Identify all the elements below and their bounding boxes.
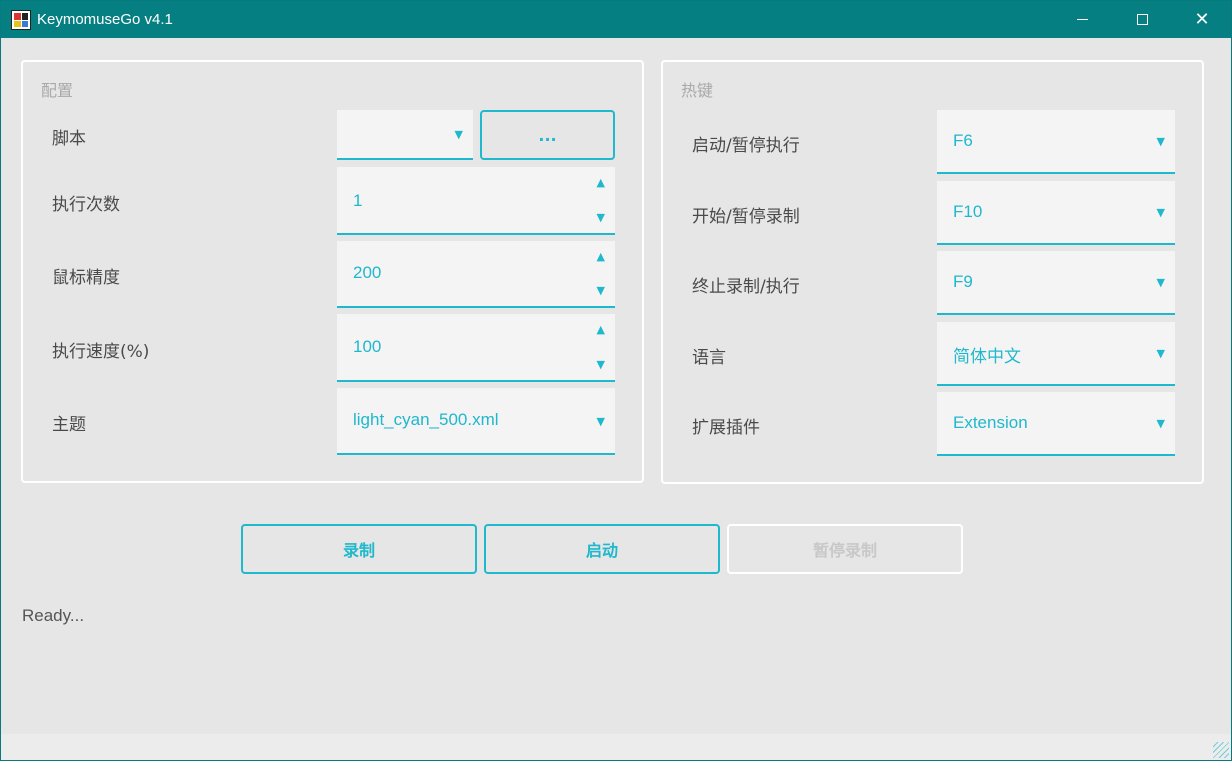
minimize-icon — [1076, 19, 1088, 20]
close-button[interactable]: ✕ — [1173, 1, 1231, 38]
spin-down-icon[interactable]: ▼ — [597, 212, 605, 223]
status-bar — [1, 734, 1231, 760]
close-icon: ✕ — [1194, 8, 1210, 30]
language-value: 简体中文 — [953, 347, 1021, 367]
config-group-title: 配置 — [41, 81, 74, 100]
language-select[interactable]: 简体中文 ▼ — [937, 322, 1175, 386]
spin-down-icon[interactable]: ▼ — [597, 285, 605, 296]
mouse-precision-value: 200 — [353, 263, 382, 282]
app-window: KeymomuseGo v4.1 ✕ 配置 脚本 ▼ ... 执行次数 1 ▲ … — [0, 0, 1232, 761]
stop-label: 终止录制/执行 — [692, 277, 800, 297]
resize-grip-icon[interactable] — [1213, 742, 1229, 758]
record-button[interactable]: 录制 — [241, 524, 477, 574]
speed-spinbox[interactable]: 100 ▲ ▼ — [337, 314, 615, 382]
title-bar[interactable]: KeymomuseGo v4.1 ✕ — [1, 1, 1231, 38]
extension-value: Extension — [953, 413, 1028, 432]
hotkeys-group: 热键 启动/暂停执行 F6 ▼ 开始/暂停录制 F10 ▼ 终止录制/执行 F9… — [661, 60, 1204, 484]
stop-value: F9 — [953, 272, 973, 291]
chevron-down-icon: ▼ — [1156, 276, 1165, 289]
script-label: 脚本 — [52, 129, 86, 149]
start-button[interactable]: 启动 — [484, 524, 720, 574]
mouse-precision-label: 鼠标精度 — [52, 268, 120, 288]
start-pause-record-value: F10 — [953, 202, 983, 221]
maximize-button[interactable] — [1113, 1, 1171, 38]
theme-label: 主题 — [52, 415, 86, 435]
start-pause-record-select[interactable]: F10 ▼ — [937, 181, 1175, 245]
start-pause-exec-select[interactable]: F6 ▼ — [937, 110, 1175, 174]
mouse-precision-spinbox[interactable]: 200 ▲ ▼ — [337, 241, 615, 308]
pause-record-button[interactable]: 暂停录制 — [727, 524, 963, 574]
config-group: 配置 脚本 ▼ ... 执行次数 1 ▲ ▼ 鼠标精度 200 ▲ ▼ 执行速度… — [21, 60, 644, 483]
hotkeys-group-title: 热键 — [681, 81, 714, 100]
run-count-label: 执行次数 — [52, 195, 120, 215]
chevron-down-icon: ▼ — [454, 128, 463, 141]
spin-down-icon[interactable]: ▼ — [597, 359, 605, 370]
run-count-spinbox[interactable]: 1 ▲ ▼ — [337, 167, 615, 235]
chevron-down-icon: ▼ — [1156, 347, 1165, 360]
maximize-icon — [1136, 14, 1148, 25]
extension-label: 扩展插件 — [692, 418, 760, 438]
speed-value: 100 — [353, 337, 382, 356]
status-text: Ready... — [22, 606, 85, 625]
speed-label: 执行速度(%) — [52, 342, 150, 362]
extension-select[interactable]: Extension ▼ — [937, 392, 1175, 456]
chevron-down-icon: ▼ — [1156, 417, 1165, 430]
chevron-down-icon: ▼ — [596, 415, 605, 428]
spin-up-icon[interactable]: ▲ — [597, 177, 605, 188]
start-pause-exec-value: F6 — [953, 131, 973, 150]
theme-select-value: light_cyan_500.xml — [353, 410, 499, 429]
chevron-down-icon: ▼ — [1156, 135, 1165, 148]
stop-select[interactable]: F9 ▼ — [937, 251, 1175, 315]
spin-up-icon[interactable]: ▲ — [597, 324, 605, 335]
run-count-value: 1 — [353, 191, 363, 210]
minimize-button[interactable] — [1053, 1, 1111, 38]
start-pause-exec-label: 启动/暂停执行 — [692, 136, 800, 156]
chevron-down-icon: ▼ — [1156, 206, 1165, 219]
window-title: KeymomuseGo v4.1 — [37, 11, 173, 28]
start-pause-record-label: 开始/暂停录制 — [692, 207, 800, 227]
language-label: 语言 — [692, 348, 726, 368]
theme-select[interactable]: light_cyan_500.xml ▼ — [337, 388, 615, 455]
spin-up-icon[interactable]: ▲ — [597, 251, 605, 262]
app-logo-icon — [11, 10, 31, 30]
script-select[interactable]: ▼ — [337, 110, 473, 160]
browse-script-button[interactable]: ... — [480, 110, 615, 160]
